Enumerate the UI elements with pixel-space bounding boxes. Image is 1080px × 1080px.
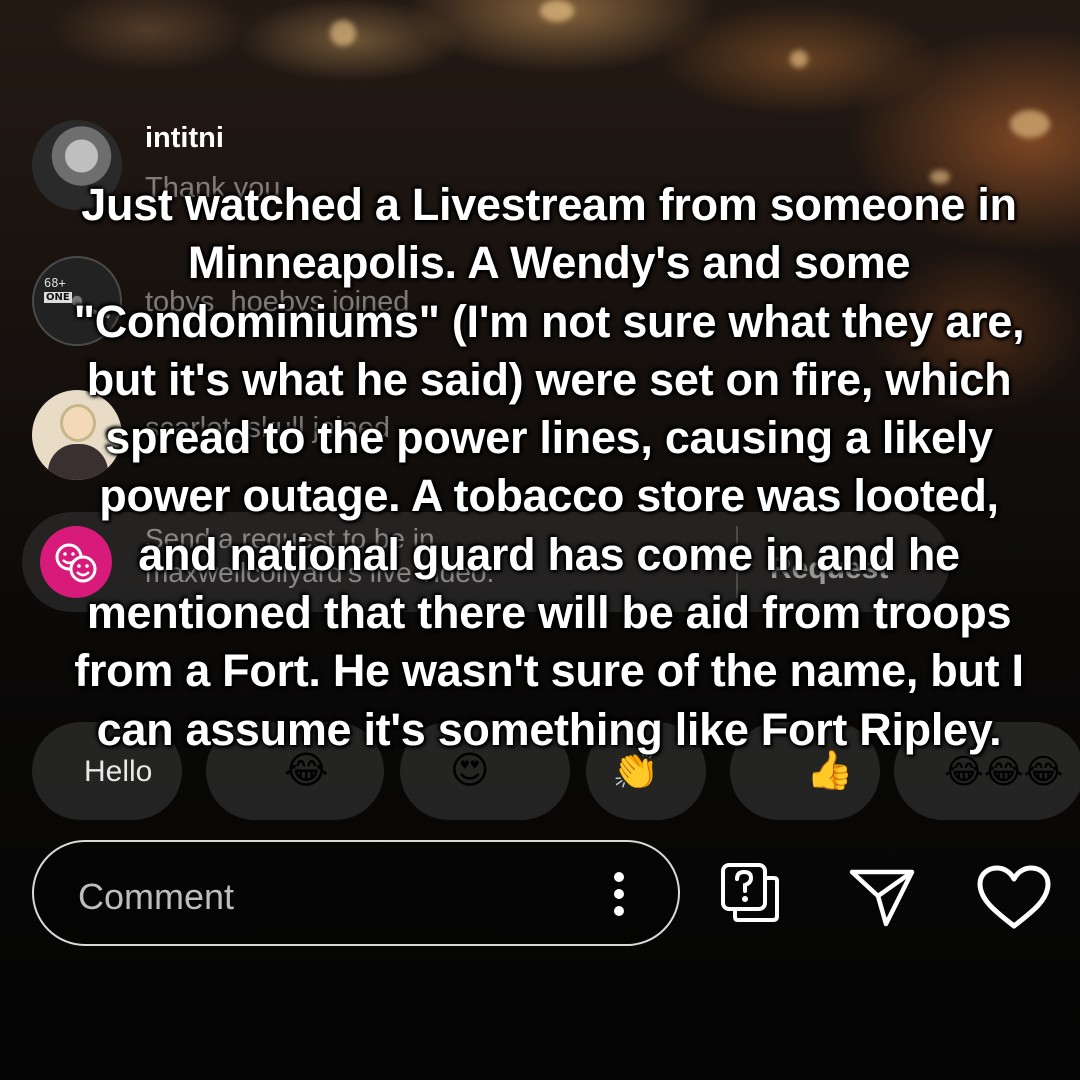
send-icon[interactable]	[848, 866, 916, 928]
bokeh-light	[540, 0, 574, 22]
bokeh-light	[790, 50, 808, 68]
heart-icon[interactable]	[976, 864, 1052, 930]
question-bubble-icon[interactable]	[720, 862, 780, 924]
more-vertical-icon[interactable]	[612, 872, 626, 918]
comment-placeholder: Comment	[78, 876, 235, 917]
quick-reply-text: Hello	[84, 755, 153, 788]
overlay-caption: Just watched a Livestream from someone i…	[73, 179, 1025, 755]
comment-username[interactable]: intitni	[145, 122, 224, 155]
bokeh-light	[330, 20, 356, 46]
bokeh-light	[1010, 110, 1050, 138]
